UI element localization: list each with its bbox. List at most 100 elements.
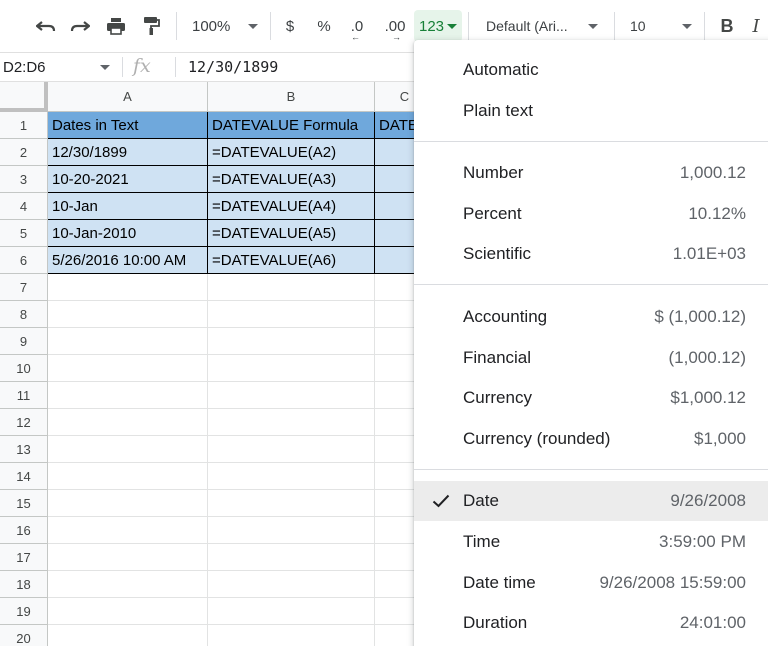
row-header-9[interactable]: 9 bbox=[0, 328, 48, 355]
cell-a17[interactable] bbox=[48, 544, 208, 571]
cell-a1[interactable]: Dates in Text bbox=[48, 112, 208, 139]
decrease-decimal-button[interactable]: .0 ← bbox=[342, 10, 372, 43]
increase-decimal-button[interactable]: .00 → bbox=[378, 10, 412, 43]
menu-item-percent[interactable]: Percent 10.12% bbox=[414, 194, 768, 234]
name-box[interactable]: D2:D6 bbox=[0, 53, 122, 81]
currency-format-button[interactable]: $ bbox=[276, 10, 304, 42]
cell-b20[interactable] bbox=[208, 625, 375, 646]
paint-format-button[interactable] bbox=[136, 10, 168, 42]
percent-format-button[interactable]: % bbox=[310, 10, 338, 42]
menu-item-automatic[interactable]: Automatic bbox=[414, 50, 768, 90]
cell-a20[interactable] bbox=[48, 625, 208, 646]
column-header-b[interactable]: B bbox=[208, 82, 375, 112]
menu-item-label: Automatic bbox=[463, 60, 539, 79]
cell-a14[interactable] bbox=[48, 463, 208, 490]
cell-a10[interactable] bbox=[48, 355, 208, 382]
cell-b1[interactable]: DATEVALUE Formula bbox=[208, 112, 375, 139]
bold-button[interactable]: B bbox=[714, 10, 740, 42]
menu-item-duration[interactable]: Duration 24:01:00 bbox=[414, 603, 768, 643]
cell-a13[interactable] bbox=[48, 436, 208, 463]
row-header-14[interactable]: 14 bbox=[0, 463, 48, 490]
row-header-5[interactable]: 5 bbox=[0, 220, 48, 247]
row-header-15[interactable]: 15 bbox=[0, 490, 48, 517]
undo-button[interactable] bbox=[30, 10, 62, 42]
menu-item-example: 1.01E+03 bbox=[672, 244, 746, 263]
cell-a6[interactable]: 5/26/2016 10:00 AM bbox=[48, 247, 208, 274]
menu-item-scientific[interactable]: Scientific 1.01E+03 bbox=[414, 234, 768, 274]
cell-a9[interactable] bbox=[48, 328, 208, 355]
cell-b11[interactable] bbox=[208, 382, 375, 409]
row-header-4[interactable]: 4 bbox=[0, 193, 48, 220]
row-header-11[interactable]: 11 bbox=[0, 382, 48, 409]
cell-b19[interactable] bbox=[208, 598, 375, 625]
row-header-19[interactable]: 19 bbox=[0, 598, 48, 625]
cell-b8[interactable] bbox=[208, 301, 375, 328]
cell-a19[interactable] bbox=[48, 598, 208, 625]
row-header-7[interactable]: 7 bbox=[0, 274, 48, 301]
select-all-corner[interactable] bbox=[0, 82, 48, 112]
font-size-select[interactable]: 10 bbox=[620, 10, 696, 42]
cell-a3[interactable]: 10-20-2021 bbox=[48, 166, 208, 193]
cell-b3[interactable]: =DATEVALUE(A3) bbox=[208, 166, 375, 193]
cell-a8[interactable] bbox=[48, 301, 208, 328]
row-header-18[interactable]: 18 bbox=[0, 571, 48, 598]
row-header-3[interactable]: 3 bbox=[0, 166, 48, 193]
cell-b12[interactable] bbox=[208, 409, 375, 436]
italic-button[interactable]: I bbox=[744, 10, 768, 42]
menu-item-date-time[interactable]: Date time 9/26/2008 15:59:00 bbox=[414, 563, 768, 603]
cell-b9[interactable] bbox=[208, 328, 375, 355]
font-size-value: 10 bbox=[630, 18, 646, 34]
menu-item-financial[interactable]: Financial (1,000.12) bbox=[414, 338, 768, 378]
row-header-17[interactable]: 17 bbox=[0, 544, 48, 571]
print-button[interactable] bbox=[100, 10, 132, 42]
row-header-20[interactable]: 20 bbox=[0, 625, 48, 646]
menu-item-date[interactable]: Date 9/26/2008 bbox=[414, 481, 768, 521]
cell-a2[interactable]: 12/30/1899 bbox=[48, 139, 208, 166]
menu-item-example: 10.12% bbox=[688, 204, 746, 223]
cell-b18[interactable] bbox=[208, 571, 375, 598]
column-header-a[interactable]: A bbox=[48, 82, 208, 112]
menu-item-example: $ (1,000.12) bbox=[654, 307, 746, 326]
cell-b10[interactable] bbox=[208, 355, 375, 382]
menu-item-time[interactable]: Time 3:59:00 PM bbox=[414, 522, 768, 562]
row-header-8[interactable]: 8 bbox=[0, 301, 48, 328]
cell-a12[interactable] bbox=[48, 409, 208, 436]
cell-b6[interactable]: =DATEVALUE(A6) bbox=[208, 247, 375, 274]
menu-item-plain-text[interactable]: Plain text bbox=[414, 91, 768, 131]
more-formats-button[interactable]: 123 bbox=[414, 10, 462, 42]
toolbar-divider bbox=[270, 12, 271, 40]
menu-item-currency-rounded[interactable]: Currency (rounded) $1,000 bbox=[414, 419, 768, 459]
row-header-13[interactable]: 13 bbox=[0, 436, 48, 463]
cell-a7[interactable] bbox=[48, 274, 208, 301]
cell-a18[interactable] bbox=[48, 571, 208, 598]
cell-a4[interactable]: 10-Jan bbox=[48, 193, 208, 220]
menu-item-accounting[interactable]: Accounting $ (1,000.12) bbox=[414, 297, 768, 337]
cell-b16[interactable] bbox=[208, 517, 375, 544]
row-header-1[interactable]: 1 bbox=[0, 112, 48, 139]
menu-divider bbox=[414, 469, 768, 470]
cell-b13[interactable] bbox=[208, 436, 375, 463]
menu-item-number[interactable]: Number 1,000.12 bbox=[414, 153, 768, 193]
formula-input[interactable]: 12/30/1899 bbox=[188, 58, 278, 76]
zoom-select[interactable]: 100% bbox=[186, 10, 262, 42]
cell-b7[interactable] bbox=[208, 274, 375, 301]
cell-a5[interactable]: 10-Jan-2010 bbox=[48, 220, 208, 247]
redo-button[interactable] bbox=[64, 10, 96, 42]
font-select[interactable]: Default (Ari... bbox=[476, 10, 606, 42]
row-header-6[interactable]: 6 bbox=[0, 247, 48, 274]
cell-b5[interactable]: =DATEVALUE(A5) bbox=[208, 220, 375, 247]
cell-a11[interactable] bbox=[48, 382, 208, 409]
cell-b15[interactable] bbox=[208, 490, 375, 517]
cell-a15[interactable] bbox=[48, 490, 208, 517]
row-header-2[interactable]: 2 bbox=[0, 139, 48, 166]
row-header-10[interactable]: 10 bbox=[0, 355, 48, 382]
cell-b2[interactable]: =DATEVALUE(A2) bbox=[208, 139, 375, 166]
menu-item-currency[interactable]: Currency $1,000.12 bbox=[414, 378, 768, 418]
cell-b14[interactable] bbox=[208, 463, 375, 490]
cell-a16[interactable] bbox=[48, 517, 208, 544]
row-header-16[interactable]: 16 bbox=[0, 517, 48, 544]
formula-bar-divider bbox=[122, 57, 123, 77]
cell-b17[interactable] bbox=[208, 544, 375, 571]
row-header-12[interactable]: 12 bbox=[0, 409, 48, 436]
cell-b4[interactable]: =DATEVALUE(A4) bbox=[208, 193, 375, 220]
